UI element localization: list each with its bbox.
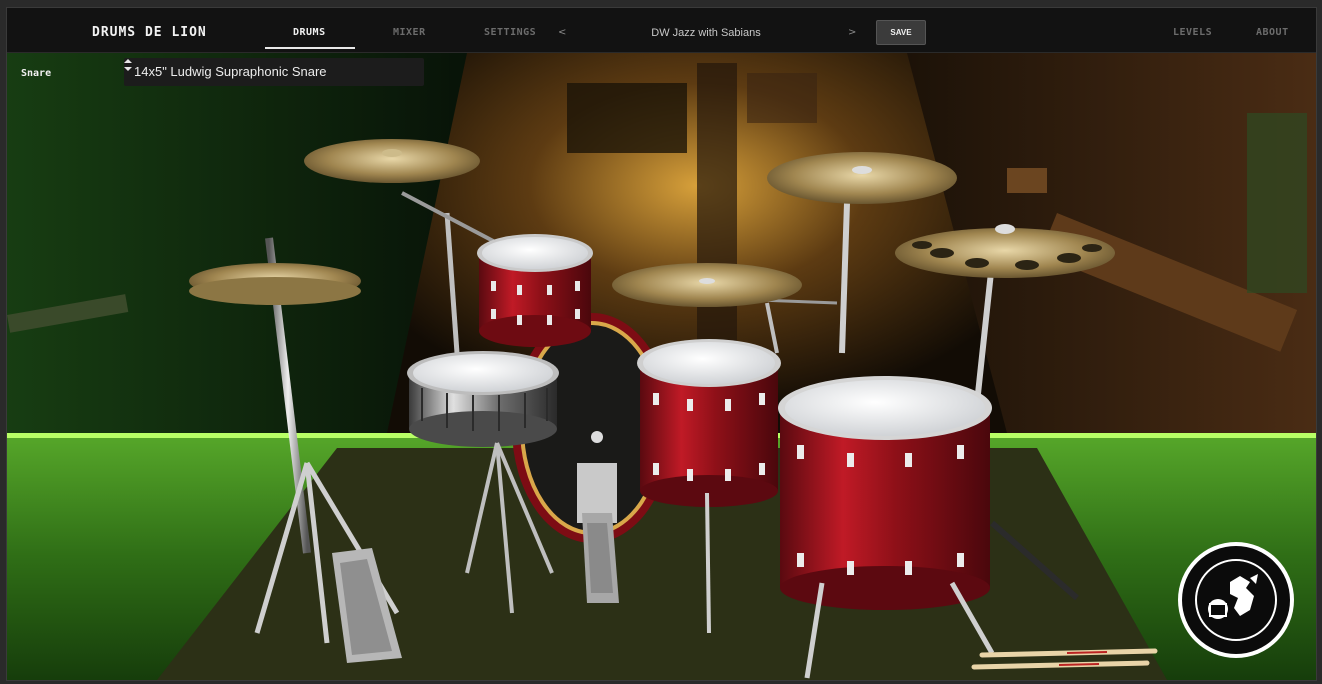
select-updown-icon xyxy=(124,59,132,71)
lion-crest-icon xyxy=(1195,559,1277,641)
kit-name: DW Jazz with Sabians xyxy=(651,27,761,39)
previous-kit-button[interactable]: < xyxy=(558,27,566,38)
tab-drums[interactable]: DRUMS xyxy=(293,27,326,38)
app-window: DRUMS DE LION DRUMS MIXER SETTINGS < DW … xyxy=(7,8,1316,680)
active-tab-indicator xyxy=(265,47,355,49)
drum-kit-stage: Snare 14x5" Ludwig Supraphonic Snare xyxy=(7,53,1316,680)
top-nav-bar: DRUMS DE LION DRUMS MIXER SETTINGS < DW … xyxy=(7,8,1316,53)
drums-de-lion-badge-logo xyxy=(1178,542,1294,658)
piece-select-dropdown[interactable]: 14x5" Ludwig Supraphonic Snare xyxy=(124,58,424,86)
tab-mixer[interactable]: MIXER xyxy=(393,27,426,38)
tab-settings[interactable]: SETTINGS xyxy=(484,27,536,38)
brand-logo-text[interactable]: DRUMS DE LION xyxy=(92,25,207,40)
save-button[interactable]: SAVE xyxy=(876,20,926,45)
next-kit-button[interactable]: > xyxy=(848,27,856,38)
drum-kit-scene xyxy=(7,53,1316,680)
piece-label: Snare xyxy=(21,68,52,79)
tab-about[interactable]: ABOUT xyxy=(1256,27,1289,38)
piece-select-value: 14x5" Ludwig Supraphonic Snare xyxy=(134,64,327,79)
tab-levels[interactable]: LEVELS xyxy=(1173,27,1212,38)
